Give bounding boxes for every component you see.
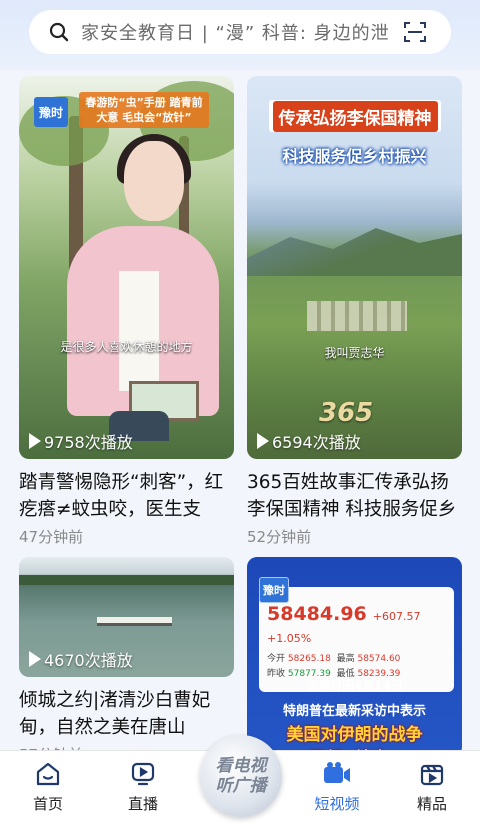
video-thumbnail[interactable]: 豫时 春游防“虫”手册 踏青前大意 毛虫会“放针” 是很多人喜欢休憩的地方 97… [19,76,234,459]
video-card[interactable]: 58484.96 +607.57 +1.05% 今开 58265.18 最高 58… [247,557,462,757]
pier [97,617,172,626]
tv-radio-button[interactable]: 看电视 听广播 [200,735,282,817]
video-subtitle: 我叫贾志华 [324,346,385,360]
search-bar[interactable]: 家安全教育日 | “漫” 科普: 身边的泄 [29,10,451,54]
featured-icon [415,759,449,789]
channel-logo: 豫时 [34,97,68,127]
stock-value: 58484.96 +607.57 +1.05% [267,603,446,647]
live-icon [126,759,160,789]
video-card[interactable]: 豫时 春游防“虫”手册 踏青前大意 毛虫会“放针” 是很多人喜欢休憩的地方 97… [19,76,234,547]
video-thumbnail[interactable]: 传承弘扬李保国精神 科技服务促乡村振兴 我叫贾志华 365 6594次播放 [247,76,462,459]
nav-live[interactable]: 直播 [108,759,178,814]
video-thumbnail[interactable]: 4670次播放 [19,557,234,677]
nav-short-video[interactable]: 短视频 [302,759,372,814]
channel-logo: 豫时 [259,577,289,603]
video-subtitle: 是很多人喜欢休憩的地方 [60,340,193,354]
tv-radio-label-1: 看电视 [215,756,267,776]
play-count: 6594次播放 [257,429,361,453]
nav-home[interactable]: 首页 [13,759,83,814]
tv-radio-label-2: 听广播 [215,776,267,796]
scan-icon[interactable] [393,10,437,54]
play-icon [29,433,41,449]
stock-row: 今开 58265.18 最高 58574.60 [267,652,446,667]
village [307,301,407,331]
play-icon [257,433,269,449]
video-caption: 美国对伊朗的战争 [286,725,423,745]
search-icon[interactable] [37,10,81,54]
video-title[interactable]: 倾城之约|渚清沙白曹妃甸，自然之美在唐山 [19,687,234,741]
presenter-shirt [119,271,159,391]
stock-number: 58574.60 [357,654,401,664]
presenter-face [124,141,184,221]
video-caption: 当地时间4月14日 [305,679,404,693]
nav-live-label: 直播 [127,795,158,813]
video-caption: 特朗普在最新采访中表示 [282,704,426,719]
search-input[interactable]: 家安全教育日 | “漫” 科普: 身边的泄 [81,19,393,45]
video-card[interactable]: 4670次播放 倾城之约|渚清沙白曹妃甸，自然之美在唐山 57分钟前 [19,557,234,758]
video-title[interactable]: 365百姓故事汇传承弘扬李保国精神 科技服务促乡 [247,469,462,523]
nav-short-video-label: 短视频 [314,795,360,813]
video-time: 52分钟前 [247,528,312,546]
play-count-text: 6594次播放 [272,433,361,452]
nav-featured-label: 精品 [416,795,447,813]
overlay-banner: 春游防“虫”手册 踏青前大意 毛虫会“放针” [79,92,209,128]
overlay-banner-text: 传承弘扬李保国精神 [272,100,438,132]
video-card[interactable]: 传承弘扬李保国精神 科技服务促乡村振兴 我叫贾志华 365 6594次播放 36… [247,76,462,547]
play-count: 4670次播放 [29,647,133,671]
play-count-text: 9758次播放 [44,433,133,452]
play-count-text: 4670次播放 [44,651,133,670]
nav-featured[interactable]: 精品 [397,759,467,814]
overlay-subbanner: 科技服务促乡村振兴 [282,147,427,166]
stock-number: 58265.18 [287,654,331,664]
play-count: 9758次播放 [29,429,133,453]
play-icon [29,651,41,667]
video-thumbnail[interactable]: 58484.96 +607.57 +1.05% 今开 58265.18 最高 58… [247,557,462,757]
stock-label: 今开 [267,654,286,664]
nav-home-label: 首页 [32,795,63,813]
video-title[interactable]: 踏青警惕隐形“刺客”，红疙瘩≠蚊虫咬，医生支 [19,469,234,523]
tree-line [19,575,234,585]
short-video-icon [320,759,354,789]
video-time: 47分钟前 [19,528,84,546]
overlay-banner: 传承弘扬李保国精神 [269,100,441,132]
home-icon [31,759,65,789]
stock-value-text: 58484.96 [267,603,367,625]
stock-label: 最高 [336,654,355,664]
program-logo: 365 [319,398,374,428]
